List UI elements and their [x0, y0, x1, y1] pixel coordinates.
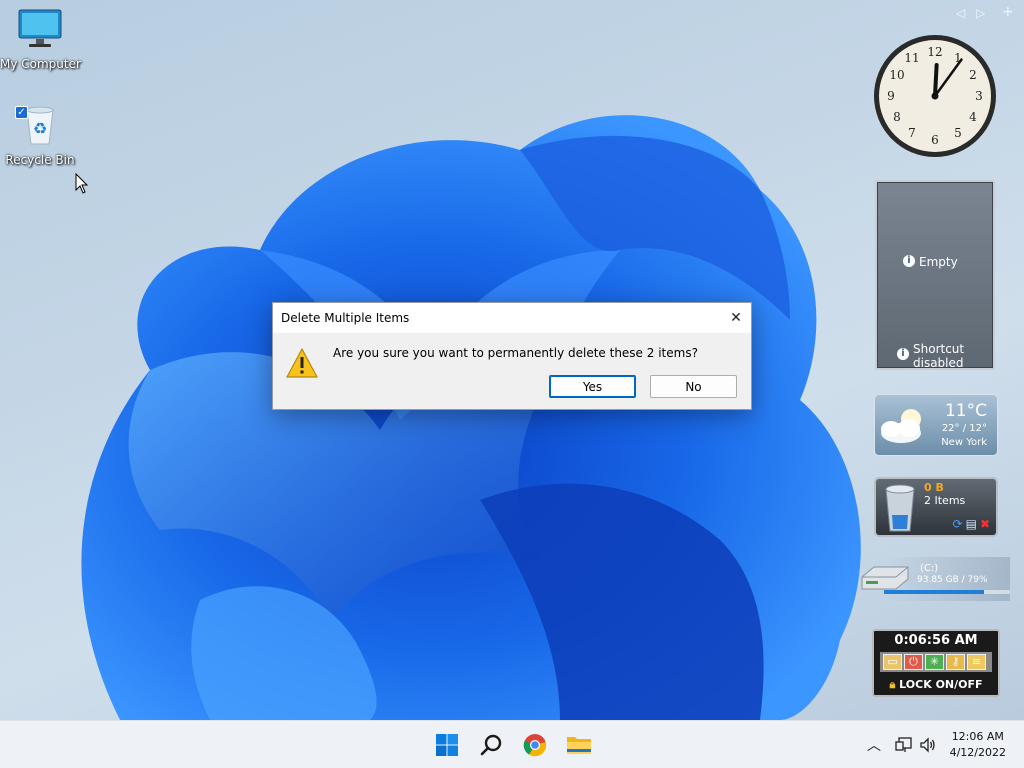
slideshow-shortcut-line1: Shortcut — [913, 342, 965, 356]
svg-text:7: 7 — [908, 126, 916, 140]
svg-text:4: 4 — [969, 110, 977, 124]
dialog-titlebar[interactable]: Delete Multiple Items — [273, 303, 751, 333]
folder-icon — [567, 737, 591, 754]
svg-text:6: 6 — [931, 133, 939, 147]
svg-text:♻: ♻ — [33, 119, 47, 138]
svg-text:12: 12 — [927, 45, 942, 59]
clock-hour-hand — [933, 63, 939, 98]
power-tile-icon[interactable]: ⏻ — [904, 654, 923, 670]
svg-text:10: 10 — [889, 68, 904, 82]
svg-text:8: 8 — [893, 110, 901, 124]
svg-text:11: 11 — [904, 51, 919, 65]
chrome-button[interactable] — [519, 729, 551, 761]
weather-range: 22° / 12° — [941, 423, 987, 434]
dialog-title: Delete Multiple Items — [281, 311, 410, 325]
gadget-prev-icon[interactable]: ◁ — [956, 6, 965, 20]
drive-gadget[interactable]: (C:) 93.85 GB / 79% — [858, 557, 1010, 601]
close-icon: ✕ — [730, 310, 742, 326]
weather-temp: 11°C — [944, 401, 987, 421]
warning-icon — [286, 348, 318, 378]
recycle-bin-gadget[interactable]: 0 B 2 Items ⟳ ▤ ✖ — [874, 477, 998, 537]
desktop-icon-my-computer[interactable]: My Computer — [0, 8, 81, 71]
monitor-icon — [18, 9, 62, 47]
slideshow-gadget[interactable]: i Empty i Shortcut disabled — [875, 180, 995, 370]
lock-gadget[interactable]: 0:06:56 AM ▭ ⏻ ✳ ⚷ ≡ 🔒︎ LOCK ON/OFF — [872, 629, 1000, 697]
desktop-icon-label: Recycle Bin — [5, 153, 75, 167]
selected-checkbox[interactable]: ✓ — [15, 106, 28, 119]
network-icon[interactable] — [895, 736, 913, 754]
cloud-sun-icon — [881, 409, 921, 443]
tray-clock[interactable]: 12:06 AM 4/12/2022 — [950, 729, 1006, 761]
start-button[interactable] — [431, 729, 463, 761]
delete-dialog: Delete Multiple Items ✕ Are you sure you… — [272, 302, 752, 410]
svg-text:2: 2 — [969, 68, 977, 82]
drive-usage-fill — [884, 590, 984, 594]
folder-tile-icon[interactable]: ▭ — [883, 654, 902, 670]
trash-can-icon — [885, 484, 915, 532]
close-button[interactable]: ✕ — [721, 303, 751, 333]
slideshow-status: Empty — [919, 255, 958, 269]
info-icon: i — [903, 255, 915, 267]
open-bin-icon[interactable]: ▤ — [966, 517, 977, 531]
weather-city: New York — [941, 437, 987, 448]
key-tile-icon[interactable]: ⚷ — [946, 654, 965, 670]
empty-bin-icon[interactable]: ✖ — [980, 517, 990, 531]
chevron-up-icon[interactable]: ︿ — [867, 735, 881, 755]
lock-gadget-time: 0:06:56 AM — [894, 633, 978, 648]
drive-usage: 93.85 GB / 79% — [917, 575, 988, 585]
refresh-icon[interactable]: ⟳ — [953, 517, 963, 531]
settings-tile-icon[interactable]: ✳ — [925, 654, 944, 670]
hard-drive-icon — [861, 566, 909, 590]
file-explorer-button[interactable] — [563, 729, 595, 761]
svg-text:9: 9 — [887, 89, 895, 103]
search-icon — [480, 734, 502, 756]
drive-name: (C:) — [920, 563, 939, 574]
recycle-bin-items: 2 Items — [924, 494, 966, 507]
tray-date: 4/12/2022 — [949, 746, 1006, 759]
lock-toggle[interactable]: 🔒︎ LOCK ON/OFF — [874, 678, 998, 692]
volume-icon[interactable] — [919, 736, 937, 754]
desktop-icon-label: My Computer — [0, 57, 81, 71]
recycle-bin-size: 0 B — [924, 481, 944, 494]
search-button[interactable] — [475, 729, 507, 761]
gadget-add-icon[interactable]: + — [1002, 4, 1014, 20]
slideshow-shortcut-line2: disabled — [913, 356, 964, 370]
notes-tile-icon[interactable]: ≡ — [967, 654, 986, 670]
svg-text:3: 3 — [975, 89, 983, 103]
no-button[interactable]: No — [650, 375, 737, 398]
tray-time: 12:06 AM — [951, 730, 1004, 743]
lock-toggle-label: LOCK ON/OFF — [899, 678, 983, 691]
taskbar: ︿ 12:06 AM 4/12/2022 — [0, 720, 1024, 768]
clock-gadget[interactable]: 12 12 345 678 91011 — [872, 33, 998, 159]
weather-gadget[interactable]: 11°C 22° / 12° New York — [874, 394, 998, 456]
dialog-message: Are you sure you want to permanently del… — [333, 346, 698, 360]
padlock-icon: 🔒︎ — [889, 678, 896, 691]
drive-usage-bar — [884, 590, 1010, 594]
yes-button[interactable]: Yes — [549, 375, 636, 398]
info-icon: i — [897, 348, 909, 360]
mouse-pointer-icon — [75, 173, 89, 194]
windows-logo-icon — [436, 734, 458, 756]
desktop-icon-recycle-bin[interactable]: ✓ ♻ Recycle Bin — [0, 104, 80, 167]
gadget-next-icon[interactable]: ▷ — [976, 6, 985, 20]
chrome-icon — [523, 734, 547, 757]
svg-text:5: 5 — [954, 126, 962, 140]
